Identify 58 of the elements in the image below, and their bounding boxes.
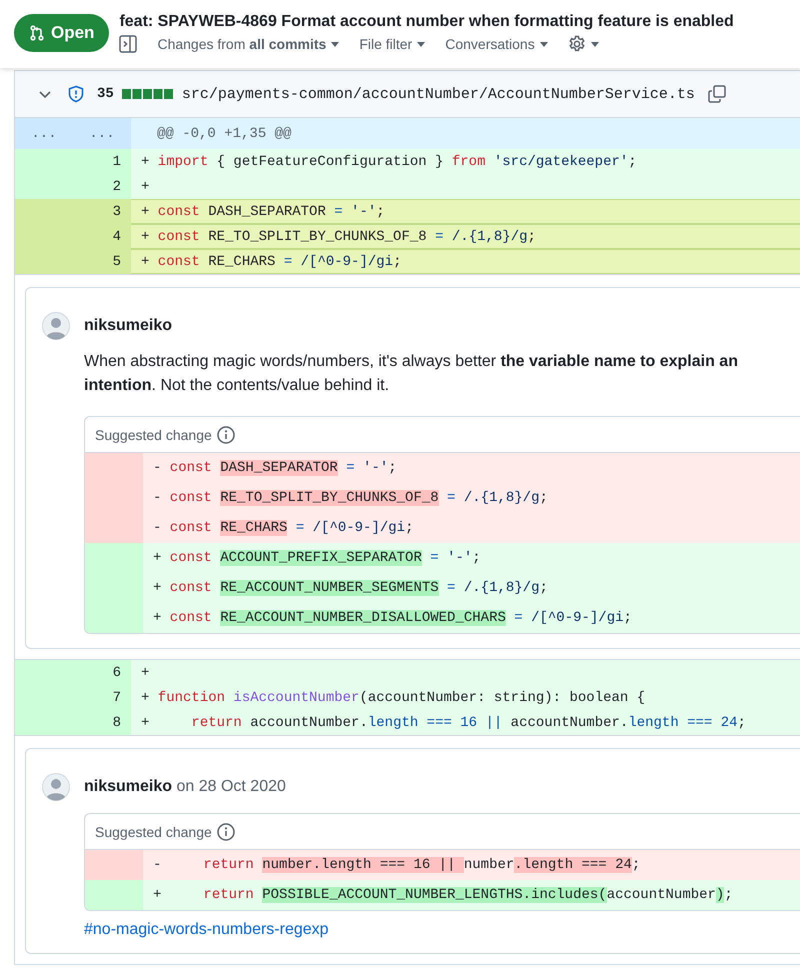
code-line: + function isAccountNumber(accountNumber: string): boolean { (141, 690, 646, 706)
settings-icon[interactable] (568, 35, 586, 53)
shield-icon (67, 85, 85, 103)
pr-title: feat: SPAYWEB-4869 Format account number when formatting feature is enabled (119, 13, 734, 31)
code-line: - return number.length === 16 || number.length === 24; (153, 857, 640, 873)
comment-link[interactable]: #no-magic-words-numbers-regexp (84, 921, 329, 939)
toolbar-dropdown[interactable]: File filter (359, 36, 426, 52)
diff-gutter (85, 543, 143, 573)
caret-icon (331, 42, 340, 46)
sidebar-toggle-icon[interactable] (119, 35, 138, 53)
copy-icon[interactable] (706, 84, 727, 104)
code-line: + const RE_TO_SPLIT_BY_CHUNKS_OF_8 = /.{1,8}/g; (141, 228, 536, 244)
code-line: - const DASH_SEPARATOR = '-'; (153, 460, 397, 476)
comment-text: When abstracting magic words/numbers, it's always better the variable name to explain an intention. Not the contents/value behind it. (84, 352, 739, 396)
code-line: + (141, 664, 150, 680)
code-line: + return accountNumber.length === 16 || accountNumber.length === 24; (141, 714, 746, 730)
file-path[interactable]: src/payments-common/accountNumber/AccountNumberService.ts (182, 86, 695, 102)
line-number[interactable]: 7 (73, 685, 131, 710)
line-number[interactable]: 4 (73, 224, 131, 249)
diff-gutter (85, 453, 143, 483)
code-line: - const RE_CHARS = /[^0-9-]/gi; (153, 520, 414, 536)
comment-author[interactable]: niksumeiko (84, 778, 172, 795)
diffstat-icon (122, 89, 174, 99)
code-line: - const RE_TO_SPLIT_BY_CHUNKS_OF_8 = /.{1,8}/g; (153, 490, 548, 506)
line-number[interactable]: 6 (73, 660, 131, 685)
diff-gutter (85, 603, 143, 633)
pull-request-icon (29, 25, 45, 41)
line-number[interactable]: ... (73, 118, 131, 149)
code-line: + import { getFeatureConfiguration } from 'src/gatekeeper'; (141, 154, 637, 170)
code-line: + return POSSIBLE_ACCOUNT_NUMBER_LENGTHS.includes(accountNumber); (153, 887, 733, 903)
toolbar-dropdown[interactable]: Conversations (445, 36, 548, 52)
caret-icon (540, 42, 548, 46)
pr-status-badge[interactable]: Open (14, 14, 110, 52)
line-number[interactable]: ... (15, 118, 73, 149)
code-line: + const RE_ACCOUNT_NUMBER_SEGMENTS = /.{1,8}/g; (153, 580, 548, 596)
line-number[interactable]: 3 (73, 199, 131, 224)
info-icon[interactable] (216, 822, 235, 840)
diff-gutter (85, 850, 143, 880)
diff-gutter (85, 513, 143, 543)
caret-icon (417, 42, 426, 46)
toolbar-dropdown[interactable]: Changes from all commits (157, 36, 340, 52)
code-line: + const RE_CHARS = /[^0-9-]/gi; (141, 254, 402, 270)
code-line: + const RE_ACCOUNT_NUMBER_DISALLOWED_CHARS = /[^0-9-]/gi; (153, 610, 632, 626)
line-number[interactable]: 5 (73, 249, 131, 274)
line-number[interactable]: 2 (73, 174, 131, 199)
diff-gutter (85, 880, 143, 910)
line-number[interactable]: 8 (73, 710, 131, 735)
suggestion-title: Suggested change (95, 824, 212, 840)
hunk-header: @@ -0,0 +1,35 @@ (157, 126, 292, 142)
additions-count: 35 (97, 86, 114, 102)
comment-author[interactable]: niksumeiko (84, 317, 172, 334)
line-number[interactable]: 1 (73, 149, 131, 174)
info-icon[interactable] (216, 426, 235, 444)
caret-icon (590, 42, 599, 46)
code-line: + (141, 178, 150, 194)
code-line: + const DASH_SEPARATOR = '-'; (141, 204, 385, 220)
comment-date: on 28 Oct 2020 (176, 778, 286, 795)
suggestion-title: Suggested change (95, 426, 212, 442)
